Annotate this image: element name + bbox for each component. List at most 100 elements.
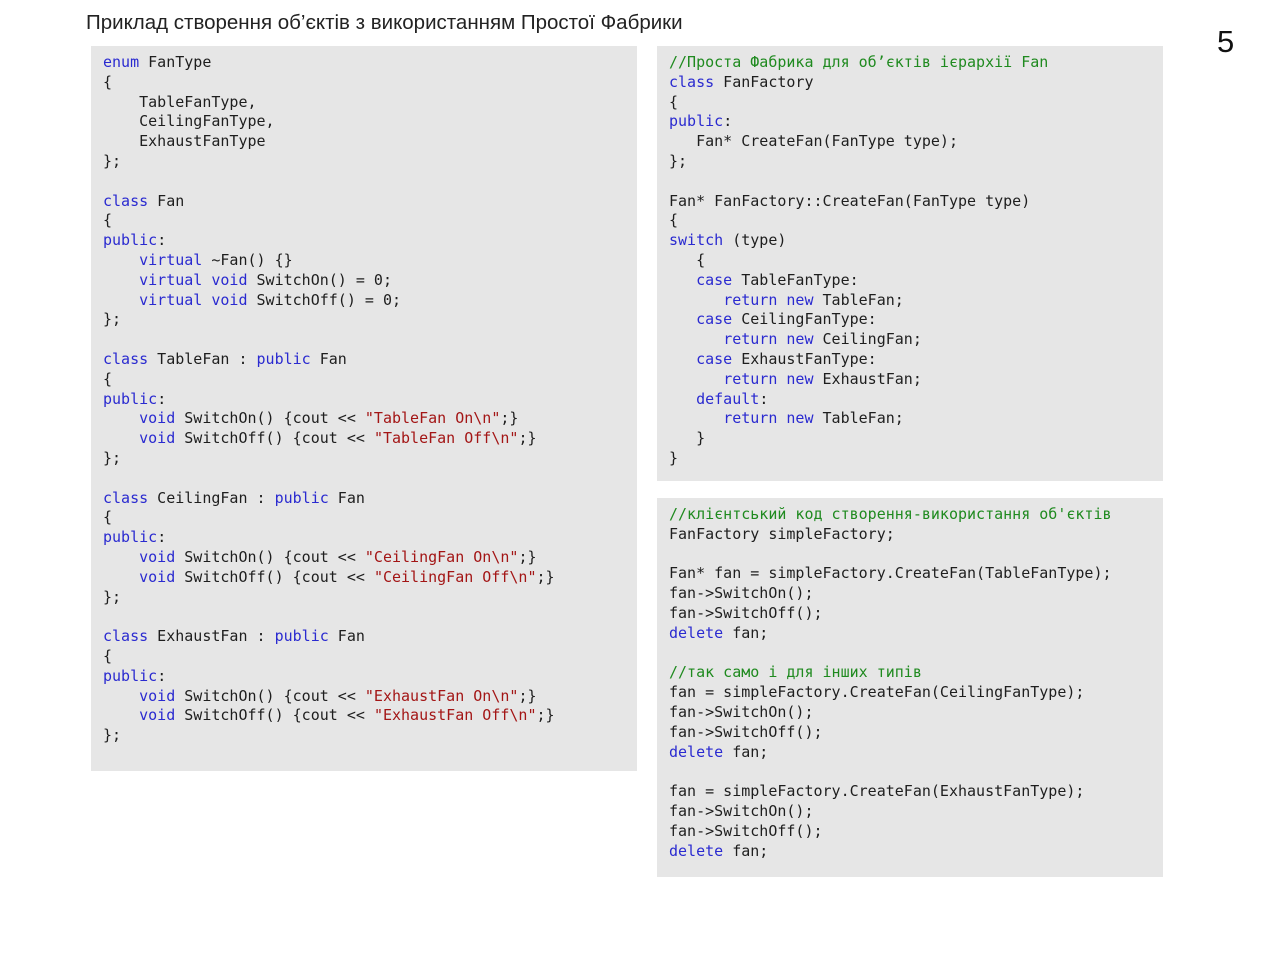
code-keyword: enum bbox=[103, 53, 140, 71]
code-line: fan->SwitchOn(); bbox=[669, 802, 1163, 822]
code-line: Fan* CreateFan(FanType type); bbox=[669, 132, 1163, 152]
code-text: fan = simpleFactory.CreateFan(ExhaustFan… bbox=[669, 782, 1085, 801]
code-keyword: public bbox=[103, 666, 158, 685]
code-text: }; bbox=[103, 587, 122, 606]
code-keyword: return bbox=[723, 409, 778, 428]
code-line: void SwitchOn() {cout << "ExhaustFan On\… bbox=[103, 687, 637, 707]
code-text: { bbox=[669, 250, 706, 269]
code-keyword: default bbox=[696, 389, 760, 408]
code-line: delete fan; bbox=[669, 624, 1163, 644]
code-keyword: case bbox=[696, 349, 733, 368]
code-text: Fan bbox=[310, 349, 347, 368]
code-line: Fan* FanFactory::CreateFan(FanType type) bbox=[669, 192, 1163, 212]
code-text: TableFan; bbox=[813, 409, 904, 428]
code-string: "TableFan Off\n" bbox=[373, 429, 519, 448]
code-text: CeilingFanType, bbox=[103, 112, 275, 131]
code-keyword: return bbox=[723, 330, 778, 349]
code-line: }; bbox=[103, 310, 637, 330]
code-text: : bbox=[157, 231, 167, 250]
code-line: fan->SwitchOff(); bbox=[669, 723, 1163, 743]
code-text: TableFan : bbox=[148, 349, 257, 368]
code-keyword: public bbox=[274, 488, 329, 507]
code-line: return new ExhaustFan; bbox=[669, 370, 1163, 390]
code-keyword: void bbox=[211, 270, 248, 289]
code-keyword: new bbox=[786, 330, 814, 349]
code-text: FanFactory bbox=[714, 72, 814, 91]
code-text: fan->SwitchOff(); bbox=[669, 722, 823, 741]
code-keyword: virtual bbox=[139, 250, 203, 269]
code-line: virtual ~Fan() {} bbox=[103, 251, 637, 271]
code-text: { bbox=[103, 508, 113, 527]
code-keyword: virtual bbox=[139, 270, 203, 289]
code-line: //Проста Фабрика для об’єктів ієрархії F… bbox=[669, 53, 1163, 73]
code-text: ;} bbox=[518, 686, 537, 705]
code-line: { bbox=[103, 508, 637, 528]
code-line: }; bbox=[103, 726, 637, 746]
code-line: Fan* fan = simpleFactory.CreateFan(Table… bbox=[669, 564, 1163, 584]
code-text: Fan* FanFactory::CreateFan(FanType type) bbox=[669, 191, 1031, 210]
code-keyword: new bbox=[786, 290, 814, 309]
code-keyword: void bbox=[211, 290, 248, 309]
code-keyword: case bbox=[696, 270, 733, 289]
code-text: { bbox=[103, 646, 113, 665]
code-line: { bbox=[103, 647, 637, 667]
code-text: CeilingFan; bbox=[813, 330, 922, 349]
code-line: delete fan; bbox=[669, 743, 1163, 763]
code-line: CeilingFanType, bbox=[103, 112, 637, 132]
code-text: fan; bbox=[723, 623, 769, 642]
code-line: ExhaustFanType bbox=[103, 132, 637, 152]
code-string: "CeilingFan On\n" bbox=[364, 547, 519, 566]
code-text: Fan bbox=[148, 191, 185, 210]
code-line: public: bbox=[103, 667, 637, 687]
code-text: { bbox=[669, 211, 679, 230]
code-line: fan->SwitchOff(); bbox=[669, 822, 1163, 842]
code-text: { bbox=[103, 369, 113, 388]
code-text: FanType bbox=[139, 53, 212, 71]
code-text: } bbox=[669, 429, 706, 448]
code-text: ExhaustFanType: bbox=[732, 349, 877, 368]
code-text: }; bbox=[103, 448, 122, 467]
code-line: fan->SwitchOn(); bbox=[669, 584, 1163, 604]
code-text: TableFanType, bbox=[103, 92, 257, 111]
code-text: Fan bbox=[328, 488, 365, 507]
code-line: }; bbox=[669, 152, 1163, 172]
code-text: : bbox=[723, 112, 733, 131]
code-line: virtual void SwitchOff() = 0; bbox=[103, 291, 637, 311]
code-text: Fan bbox=[328, 627, 365, 646]
code-line: fan->SwitchOn(); bbox=[669, 703, 1163, 723]
code-keyword: delete bbox=[669, 742, 724, 761]
code-line: virtual void SwitchOn() = 0; bbox=[103, 271, 637, 291]
code-text: SwitchOff() = 0; bbox=[247, 290, 402, 309]
code-line: class TableFan : public Fan bbox=[103, 350, 637, 370]
code-line: //клієнтський код створення-використання… bbox=[669, 505, 1163, 525]
code-line: case ExhaustFanType: bbox=[669, 350, 1163, 370]
code-keyword: new bbox=[786, 369, 814, 388]
code-keyword: void bbox=[139, 547, 176, 566]
code-text: fan->SwitchOff(); bbox=[669, 821, 823, 840]
code-string: "CeilingFan Off\n" bbox=[373, 567, 537, 586]
code-keyword: switch bbox=[669, 231, 724, 250]
code-keyword: delete bbox=[669, 623, 724, 642]
code-text: ~Fan() {} bbox=[202, 250, 293, 269]
code-line: enum FanType bbox=[103, 53, 637, 73]
code-text: CeilingFanType: bbox=[732, 310, 877, 329]
code-text: SwitchOff() {cout << bbox=[175, 567, 374, 586]
code-keyword: virtual bbox=[139, 290, 203, 309]
code-text: ;} bbox=[536, 567, 555, 586]
code-keyword: class bbox=[103, 191, 149, 210]
code-text: { bbox=[669, 92, 679, 111]
code-comment: //клієнтський код створення-використання… bbox=[669, 505, 1112, 523]
code-line: public: bbox=[669, 112, 1163, 132]
code-line: public: bbox=[103, 528, 637, 548]
